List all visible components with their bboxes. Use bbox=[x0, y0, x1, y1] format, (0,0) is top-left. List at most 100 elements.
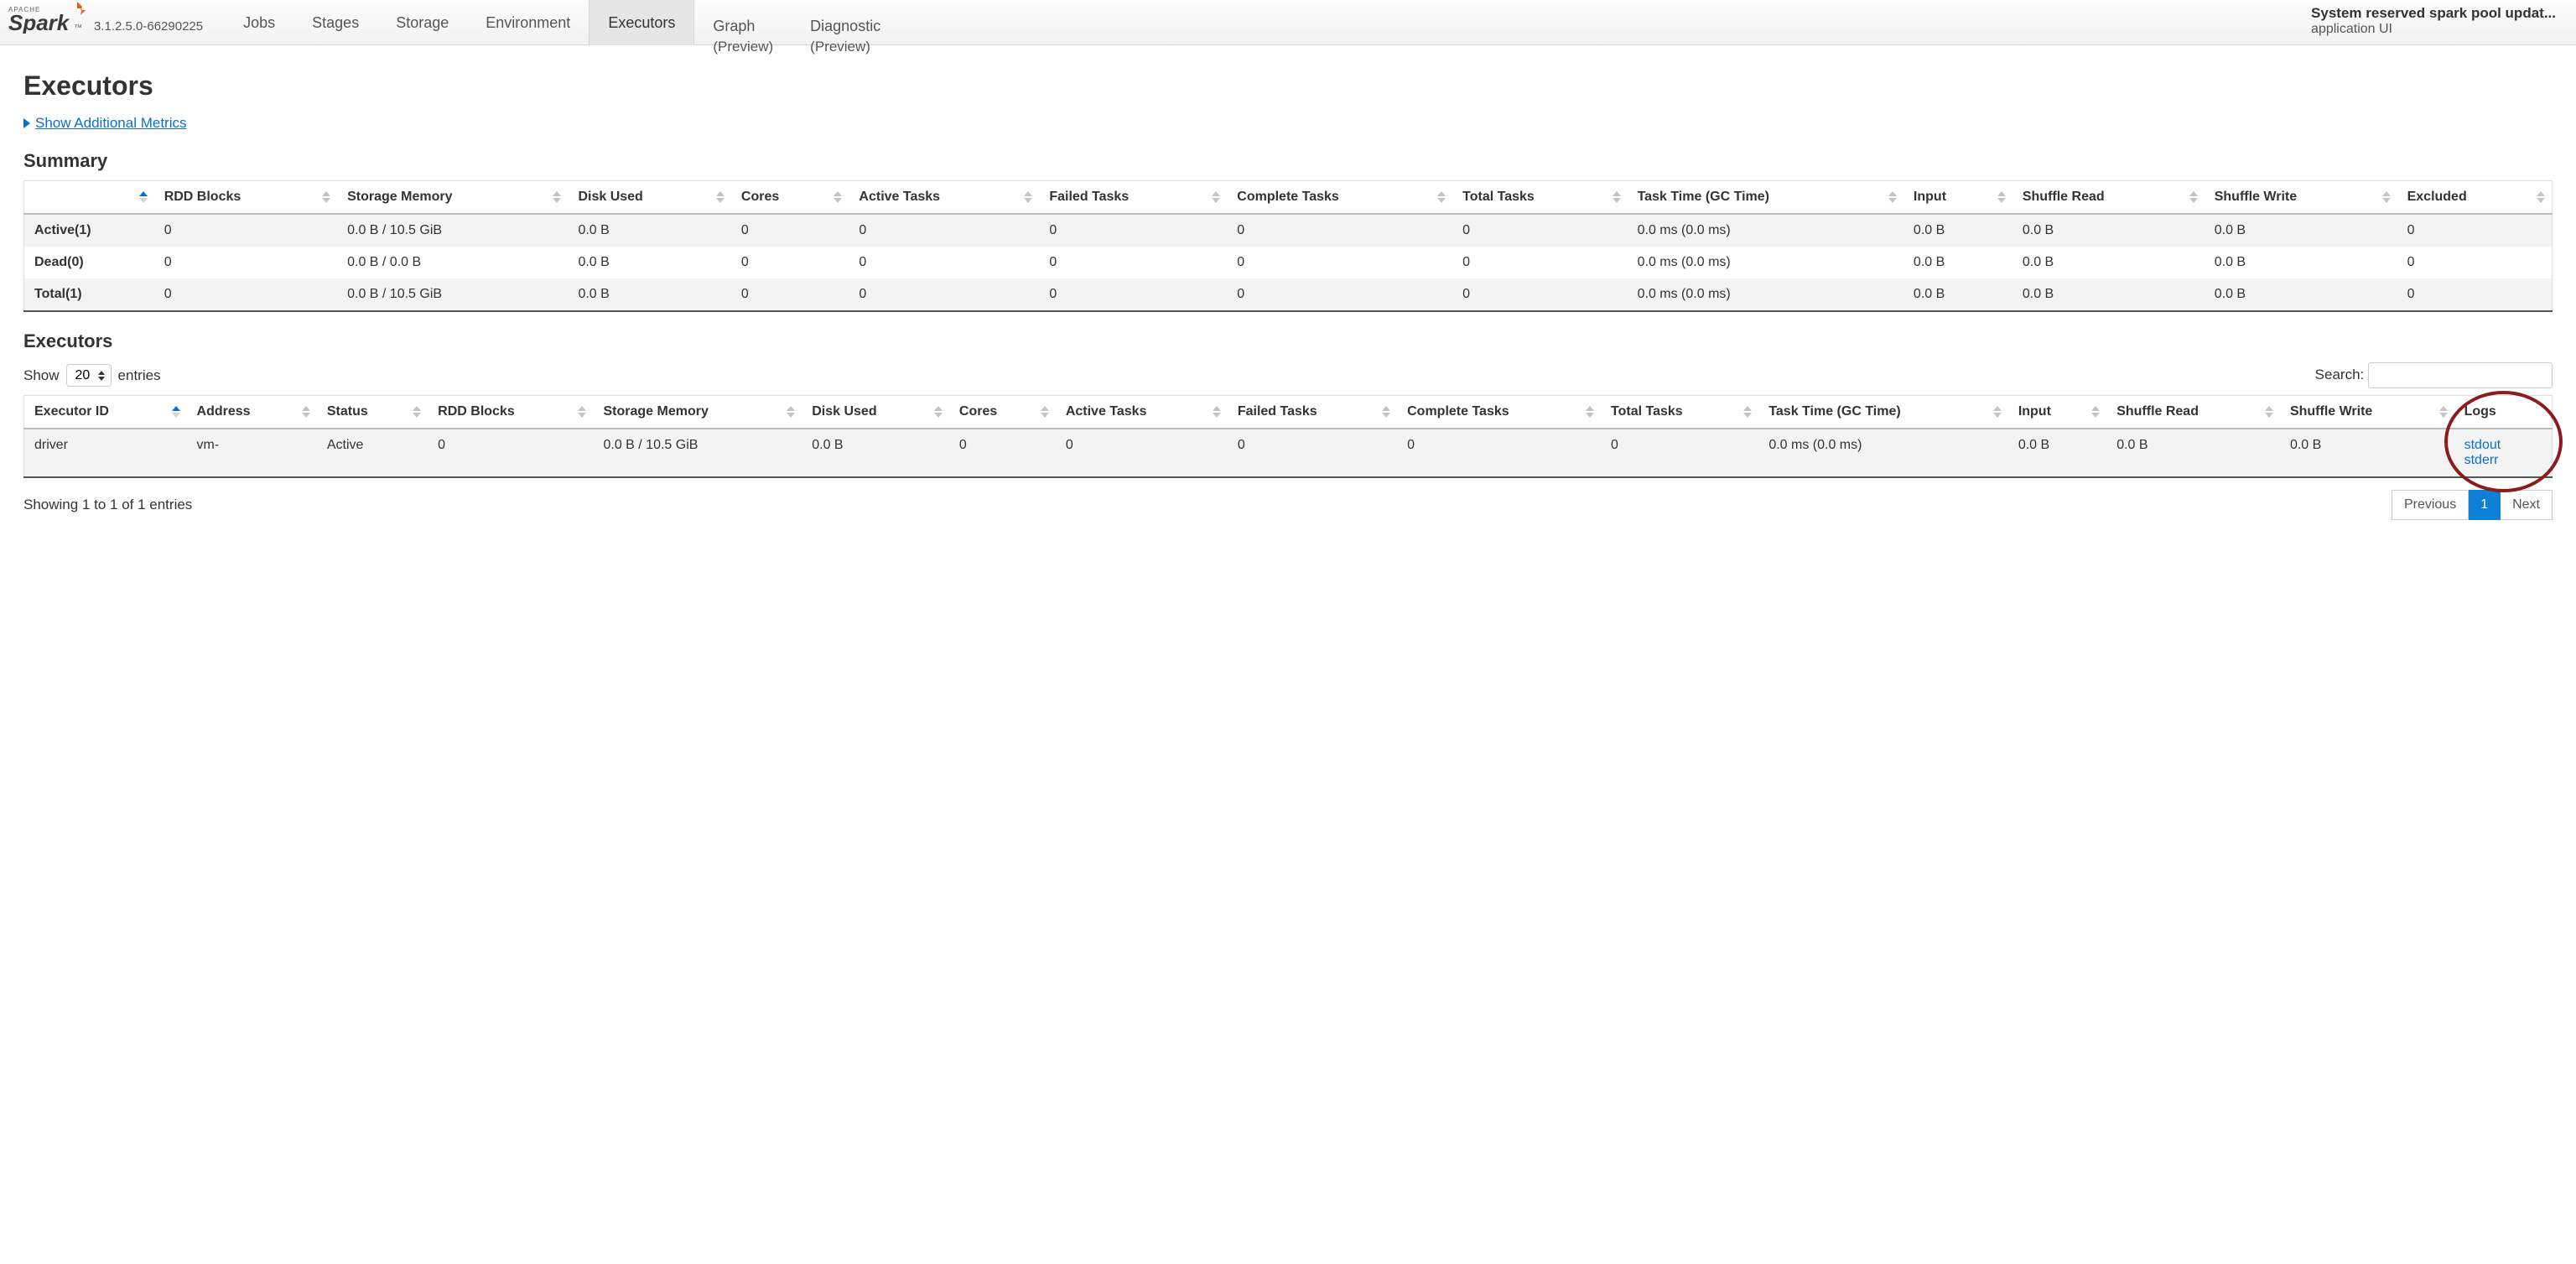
sort-icon bbox=[2537, 191, 2545, 203]
stdout-link[interactable]: stdout bbox=[2464, 438, 2542, 453]
summary-header[interactable]: Complete Tasks bbox=[1227, 181, 1452, 215]
executors-header[interactable]: Address bbox=[187, 396, 317, 429]
executors-heading: Executors bbox=[23, 330, 2553, 352]
summary-cell: 0.0 B bbox=[568, 278, 730, 311]
sort-icon bbox=[578, 406, 586, 418]
nav-diagnostic-preview-label: (Preview) bbox=[810, 39, 870, 55]
show-label-post: entries bbox=[118, 367, 161, 384]
summary-cell: 0 bbox=[1039, 278, 1227, 311]
sort-icon bbox=[1437, 191, 1446, 203]
executors-header[interactable]: Task Time (GC Time) bbox=[1758, 396, 2008, 429]
show-additional-metrics-toggle[interactable]: Show Additional Metrics bbox=[23, 115, 186, 132]
nav-environment[interactable]: Environment bbox=[467, 0, 589, 45]
summary-header[interactable]: Disk Used bbox=[568, 181, 730, 215]
summary-header[interactable]: Task Time (GC Time) bbox=[1628, 181, 1903, 215]
executors-header[interactable]: Executor ID bbox=[24, 396, 187, 429]
summary-cell: 0 bbox=[2397, 247, 2553, 278]
svg-text:Spark: Spark bbox=[8, 10, 70, 34]
stderr-link[interactable]: stderr bbox=[2464, 453, 2542, 468]
summary-cell: 0.0 B / 0.0 B bbox=[337, 247, 568, 278]
sort-icon bbox=[2439, 406, 2448, 418]
executors-row: drivervm-Active00.0 B / 10.5 GiB0.0 B000… bbox=[24, 429, 2553, 477]
brand: APACHE Spark ™ 3.1.2.5.0-66290225 bbox=[8, 0, 225, 38]
nav-graph-preview-label: (Preview) bbox=[713, 39, 773, 55]
summary-cell: 0.0 ms (0.0 ms) bbox=[1628, 247, 1903, 278]
executors-header[interactable]: Total Tasks bbox=[1601, 396, 1758, 429]
executors-cell: 0 bbox=[1228, 429, 1397, 477]
spark-version: 3.1.2.5.0-66290225 bbox=[94, 19, 203, 34]
caret-right-icon bbox=[23, 118, 30, 128]
sort-icon bbox=[1743, 406, 1752, 418]
application-title: System reserved spark pool updat... bbox=[2311, 5, 2556, 22]
executors-header[interactable]: RDD Blocks bbox=[428, 396, 593, 429]
entries-length-select[interactable]: 20 bbox=[66, 364, 112, 387]
summary-cell: 0.0 B bbox=[2012, 247, 2205, 278]
summary-cell: 0.0 B bbox=[568, 214, 730, 247]
summary-header[interactable]: Storage Memory bbox=[337, 181, 568, 215]
summary-cell: 0 bbox=[731, 278, 849, 311]
executors-header[interactable]: Shuffle Read bbox=[2106, 396, 2280, 429]
summary-header[interactable]: RDD Blocks bbox=[154, 181, 337, 215]
executors-header[interactable]: Failed Tasks bbox=[1228, 396, 1397, 429]
pagination-previous[interactable]: Previous bbox=[2392, 490, 2469, 520]
executors-cell: 0.0 ms (0.0 ms) bbox=[1758, 429, 2008, 477]
summary-header[interactable]: Failed Tasks bbox=[1039, 181, 1227, 215]
svg-text:™: ™ bbox=[74, 23, 82, 33]
summary-header[interactable]: Active Tasks bbox=[849, 181, 1039, 215]
summary-cell: 0 bbox=[1452, 214, 1627, 247]
executors-header[interactable]: Cores bbox=[949, 396, 1056, 429]
executors-header[interactable]: Storage Memory bbox=[593, 396, 802, 429]
sort-icon bbox=[1213, 406, 1221, 418]
summary-header[interactable] bbox=[24, 181, 154, 215]
executors-header[interactable]: Input bbox=[2008, 396, 2106, 429]
summary-cell: 0 bbox=[1039, 214, 1227, 247]
executors-header[interactable]: Logs bbox=[2454, 396, 2553, 429]
nav-diagnostic[interactable]: Diagnostic (Preview) bbox=[792, 0, 899, 67]
sort-icon bbox=[1024, 191, 1032, 203]
summary-cell: 0 bbox=[154, 278, 337, 311]
summary-cell: 0.0 B bbox=[2012, 214, 2205, 247]
datatable-controls: Show 20 entries Search: bbox=[23, 362, 2553, 388]
executors-header[interactable]: Status bbox=[317, 396, 428, 429]
executors-header[interactable]: Shuffle Write bbox=[2280, 396, 2454, 429]
nav-stages[interactable]: Stages bbox=[293, 0, 377, 45]
summary-header[interactable]: Shuffle Read bbox=[2012, 181, 2205, 215]
nav-tabs: Jobs Stages Storage Environment Executor… bbox=[225, 0, 899, 45]
executors-header[interactable]: Active Tasks bbox=[1056, 396, 1228, 429]
top-navbar: APACHE Spark ™ 3.1.2.5.0-66290225 Jobs S… bbox=[0, 0, 2576, 45]
sort-icon bbox=[139, 191, 148, 203]
summary-cell: 0 bbox=[154, 214, 337, 247]
summary-header[interactable]: Total Tasks bbox=[1452, 181, 1627, 215]
spark-logo-icon: APACHE Spark ™ bbox=[8, 0, 89, 38]
summary-header[interactable]: Cores bbox=[731, 181, 849, 215]
nav-storage[interactable]: Storage bbox=[377, 0, 467, 45]
pagination-next[interactable]: Next bbox=[2501, 490, 2553, 520]
pagination-page-1[interactable]: 1 bbox=[2469, 490, 2501, 520]
nav-jobs[interactable]: Jobs bbox=[225, 0, 293, 45]
executors-header[interactable]: Disk Used bbox=[802, 396, 949, 429]
summary-header[interactable]: Shuffle Write bbox=[2205, 181, 2397, 215]
summary-cell: 0 bbox=[731, 247, 849, 278]
summary-cell: 0 bbox=[849, 278, 1039, 311]
summary-header[interactable]: Input bbox=[1903, 181, 2012, 215]
sort-icon bbox=[1382, 406, 1390, 418]
executors-cell: 0.0 B bbox=[2008, 429, 2106, 477]
executors-header[interactable]: Complete Tasks bbox=[1397, 396, 1601, 429]
summary-cell: 0.0 B bbox=[1903, 278, 2012, 311]
nav-graph[interactable]: Graph (Preview) bbox=[694, 0, 792, 67]
summary-cell: 0 bbox=[154, 247, 337, 278]
summary-cell: 0 bbox=[1227, 214, 1452, 247]
summary-cell: 0 bbox=[1452, 278, 1627, 311]
sort-icon bbox=[2189, 191, 2198, 203]
executors-table: Executor IDAddressStatusRDD BlocksStorag… bbox=[23, 395, 2553, 478]
summary-header[interactable]: Excluded bbox=[2397, 181, 2553, 215]
datatable-footer: Showing 1 to 1 of 1 entries Previous 1 N… bbox=[23, 490, 2553, 520]
summary-table: RDD BlocksStorage MemoryDisk UsedCoresAc… bbox=[23, 180, 2553, 312]
application-title-block: System reserved spark pool updat... appl… bbox=[2311, 5, 2556, 37]
search-input[interactable] bbox=[2368, 362, 2553, 388]
summary-cell: 0 bbox=[731, 214, 849, 247]
sort-icon bbox=[787, 406, 795, 418]
summary-cell: 0.0 B bbox=[568, 247, 730, 278]
summary-row: Active(1)00.0 B / 10.5 GiB0.0 B000000.0 … bbox=[24, 214, 2553, 247]
nav-executors[interactable]: Executors bbox=[589, 0, 694, 45]
